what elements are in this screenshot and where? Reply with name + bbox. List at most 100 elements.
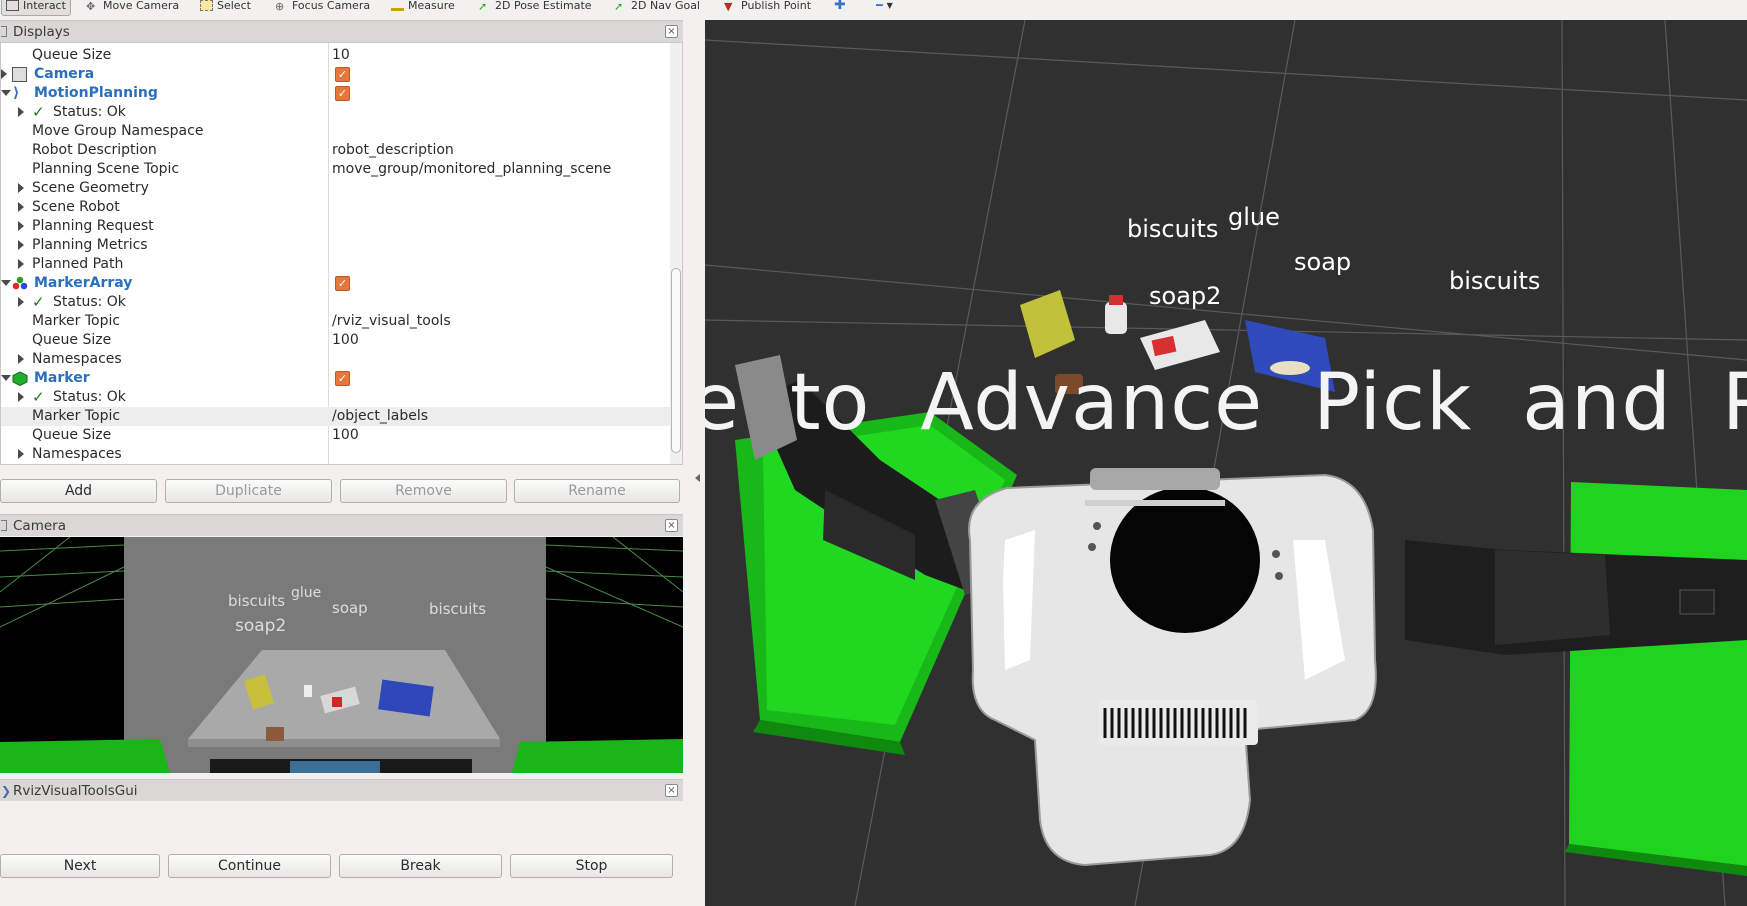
enable-checkbox[interactable]: ✓	[335, 67, 350, 82]
tree-row[interactable]: Robot Description robot_description	[1, 141, 671, 160]
expand-arrow-icon[interactable]	[18, 202, 24, 212]
measure-icon	[391, 0, 404, 11]
dock-splitter[interactable]	[683, 20, 705, 906]
tree-row[interactable]: Planning Request	[1, 217, 671, 236]
tree-row-status[interactable]: ✓ Status: Ok	[1, 388, 671, 407]
tool-interact[interactable]: Interact	[1, 0, 71, 16]
tree-row[interactable]: Planning Metrics	[1, 236, 671, 255]
expand-arrow-icon[interactable]	[1, 69, 7, 79]
marker-array-icon	[12, 276, 28, 291]
tree-row[interactable]: Planning Scene Topic move_group/monitore…	[1, 160, 671, 179]
label-glue: glue	[291, 585, 322, 601]
tool-2d-pose-estimate[interactable]: ➚ 2D Pose Estimate	[478, 0, 592, 16]
label-biscuits: biscuits	[1449, 267, 1541, 295]
collapse-arrow-icon[interactable]	[1, 280, 11, 286]
tree-row-status[interactable]: ✓ Status: Ok	[1, 293, 671, 312]
enable-checkbox[interactable]: ✓	[335, 276, 350, 291]
close-icon[interactable]: ×	[665, 25, 678, 38]
expand-arrow-icon[interactable]	[18, 183, 24, 193]
tree-row[interactable]: Queue Size 10	[1, 46, 671, 65]
remove-button[interactable]: Remove	[340, 479, 507, 503]
tree-row[interactable]: Scene Geometry	[1, 179, 671, 198]
tree-row[interactable]: Queue Size 100	[1, 331, 671, 350]
expand-arrow-icon[interactable]	[18, 259, 24, 269]
rviz-tools-button-row: Next Continue Break Stop	[0, 850, 683, 880]
duplicate-button[interactable]: Duplicate	[165, 479, 332, 503]
focus-camera-icon: ⊕	[275, 0, 285, 13]
tree-row-motionplanning[interactable]: ⟩ MotionPlanning ✓	[1, 84, 671, 103]
plus-icon: ✚	[834, 0, 846, 13]
tree-row[interactable]: Scene Robot	[1, 198, 671, 217]
left-dock: Displays × Queue Size 10 Camera ✓ ⟩ Moti…	[0, 20, 705, 906]
label-biscuits: biscuits	[429, 600, 487, 618]
displays-button-row: Add Duplicate Remove Rename	[0, 475, 683, 505]
next-button[interactable]: Next	[0, 854, 160, 878]
displays-tree[interactable]: Queue Size 10 Camera ✓ ⟩ MotionPlanning …	[0, 42, 683, 465]
stop-button[interactable]: Stop	[510, 854, 673, 878]
tree-row-markerarray[interactable]: MarkerArray ✓	[1, 274, 671, 293]
tree-scrollbar[interactable]	[670, 43, 682, 464]
interact-icon	[6, 0, 19, 11]
tree-row-camera[interactable]: Camera ✓	[1, 65, 671, 84]
tree-row-selected[interactable]: Marker Topic /object_labels	[1, 407, 671, 426]
render-3d-view[interactable]: biscuits glue soap soap2 biscuits e to Adv…	[705, 20, 1747, 906]
scroll-thumb[interactable]	[671, 268, 681, 453]
collapse-arrow-icon[interactable]	[1, 90, 11, 96]
expand-arrow-icon[interactable]	[18, 221, 24, 231]
tree-row[interactable]: Queue Size 100	[1, 426, 671, 445]
tool-bar: Interact ✥ Move Camera Select ⊕ Focus Ca…	[0, 0, 1747, 20]
pose-arrow-icon: ➚	[478, 0, 488, 13]
tool-add[interactable]: ✚	[834, 0, 846, 16]
chevron-down-icon: ▼	[886, 0, 893, 10]
label-soap2: soap2	[235, 616, 287, 636]
scene-3d	[705, 20, 1747, 906]
expand-arrow-icon[interactable]	[18, 107, 24, 117]
dock-icon	[1, 26, 7, 37]
tree-row[interactable]: Namespaces	[1, 445, 671, 464]
displays-panel-title: Displays ×	[0, 20, 683, 42]
tool-move-camera[interactable]: ✥ Move Camera	[86, 0, 179, 16]
enable-checkbox[interactable]: ✓	[335, 371, 350, 386]
label-glue: glue	[1228, 203, 1280, 231]
tool-focus-camera[interactable]: ⊕ Focus Camera	[275, 0, 370, 16]
minus-icon: ━	[876, 0, 883, 12]
rename-button[interactable]: Rename	[514, 479, 680, 503]
tool-measure[interactable]: Measure	[391, 0, 455, 16]
status-ok-check-icon: ✓	[32, 388, 45, 406]
label-biscuits: biscuits	[228, 592, 286, 610]
add-button[interactable]: Add	[0, 479, 157, 503]
label-soap: soap	[1294, 248, 1352, 276]
expand-arrow-icon[interactable]	[18, 354, 24, 364]
collapse-arrow-icon[interactable]	[1, 375, 11, 381]
expand-arrow-icon[interactable]	[18, 392, 24, 402]
collapse-left-arrow-icon[interactable]	[695, 474, 700, 482]
tool-publish-point[interactable]: ▼ Publish Point	[724, 0, 811, 16]
expand-arrow-icon[interactable]	[18, 297, 24, 307]
tree-row[interactable]: Marker Topic /rviz_visual_tools	[1, 312, 671, 331]
camera-view[interactable]: biscuits glue soap biscuits soap2	[0, 537, 683, 773]
break-button[interactable]: Break	[339, 854, 502, 878]
label-soap: soap	[332, 599, 368, 617]
select-icon	[200, 0, 213, 11]
label-biscuits: biscuits	[1127, 215, 1219, 243]
tree-row[interactable]: Namespaces	[1, 350, 671, 369]
tool-2d-nav-goal[interactable]: ➚ 2D Nav Goal	[614, 0, 700, 16]
tree-row[interactable]: Move Group Namespace	[1, 122, 671, 141]
tool-select[interactable]: Select	[200, 0, 251, 16]
banner-text: etoAdvancePickandPla	[705, 358, 1747, 448]
tool-remove-menu[interactable]: ━ ▼	[876, 0, 893, 16]
tree-row-marker[interactable]: Marker ✓	[1, 369, 671, 388]
camera-display-icon	[12, 67, 27, 82]
marker-cube-icon	[12, 371, 28, 387]
continue-button[interactable]: Continue	[168, 854, 331, 878]
close-icon[interactable]: ×	[665, 784, 678, 797]
close-icon[interactable]: ×	[665, 519, 678, 532]
rviz-visual-tools-panel-title: ❯ RvizVisualToolsGui ×	[0, 779, 683, 801]
label-soap2: soap2	[1149, 282, 1222, 310]
enable-checkbox[interactable]: ✓	[335, 86, 350, 101]
expand-arrow-icon[interactable]	[18, 240, 24, 250]
tree-row[interactable]: Planned Path	[1, 255, 671, 274]
tree-row-status[interactable]: ✓ Status: Ok	[1, 103, 671, 122]
expand-arrow-icon[interactable]	[18, 449, 24, 459]
dock-icon	[1, 520, 7, 531]
